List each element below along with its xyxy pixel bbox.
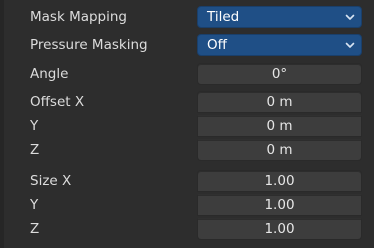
- size-x-field[interactable]: 1.00: [197, 170, 362, 192]
- pressure-masking-label: Pressure Masking: [30, 37, 148, 53]
- mask-mapping-value: Tiled: [207, 9, 240, 25]
- angle-label: Angle: [30, 66, 69, 82]
- offset-y-label: Y: [30, 118, 39, 134]
- size-y-label: Y: [30, 197, 39, 213]
- size-y-field[interactable]: 1.00: [197, 194, 362, 216]
- chevron-down-icon: [344, 38, 356, 52]
- offset-x-field[interactable]: 0 m: [197, 91, 362, 113]
- pressure-masking-value: Off: [207, 37, 227, 53]
- mask-mapping-label: Mask Mapping: [30, 9, 127, 25]
- chevron-down-icon: [344, 10, 356, 24]
- offset-z-label: Z: [30, 142, 40, 158]
- offset-x-label: Offset X: [30, 94, 85, 110]
- pressure-masking-dropdown[interactable]: Off: [197, 34, 362, 56]
- offset-z-field[interactable]: 0 m: [197, 139, 362, 161]
- size-z-field[interactable]: 1.00: [197, 218, 362, 240]
- size-z-label: Z: [30, 221, 40, 237]
- texture-mask-properties-panel: Mask Mapping Tiled Pressure Masking Off …: [0, 0, 374, 248]
- offset-y-field[interactable]: 0 m: [197, 115, 362, 137]
- mask-mapping-dropdown[interactable]: Tiled: [197, 6, 362, 28]
- size-x-label: Size X: [30, 173, 72, 189]
- angle-field[interactable]: 0°: [197, 63, 362, 85]
